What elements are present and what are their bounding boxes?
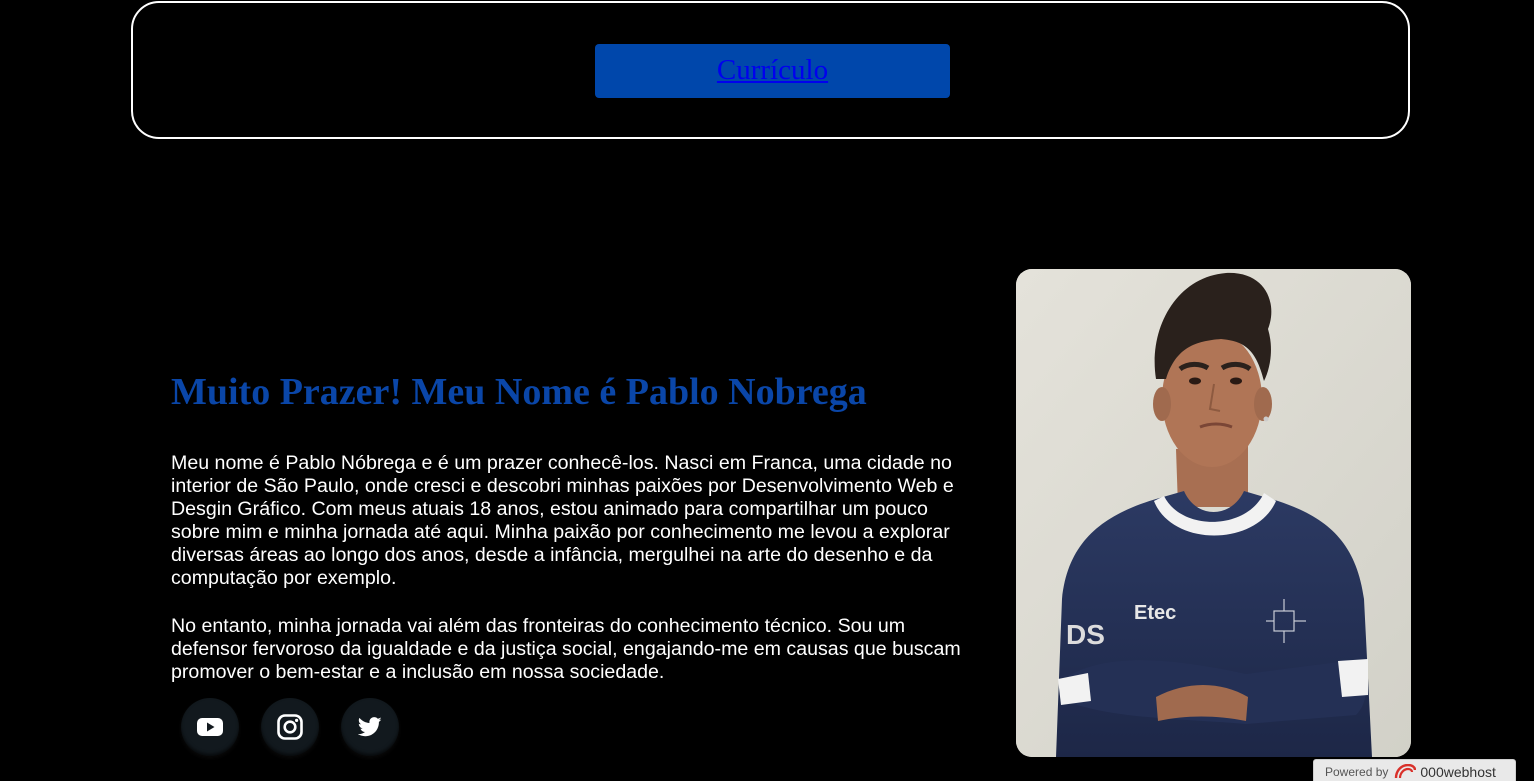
powered-by-label: Powered by xyxy=(1325,765,1389,779)
shirt-ds-text: DS xyxy=(1066,619,1105,650)
twitter-button[interactable] xyxy=(341,698,399,756)
curriculum-button[interactable]: Currículo xyxy=(595,44,950,98)
webhost-logo-icon xyxy=(1395,764,1417,779)
intro-paragraph-1: Meu nome é Pablo Nóbrega e é um prazer c… xyxy=(171,452,954,589)
portrait-photo: Etec DS xyxy=(1016,269,1411,757)
nav-container: Currículo xyxy=(131,1,1410,139)
shirt-etec-text: Etec xyxy=(1134,602,1176,624)
intro-section: Muito Prazer! Meu Nome é Pablo Nobrega M… xyxy=(171,368,981,709)
intro-paragraph-2: No entanto, minha jornada vai além das f… xyxy=(171,615,961,683)
curriculum-link[interactable]: Currículo xyxy=(717,54,828,87)
social-links xyxy=(181,698,399,756)
intro-heading: Muito Prazer! Meu Nome é Pablo Nobrega xyxy=(171,371,867,413)
instagram-icon xyxy=(277,714,303,740)
webhost-brand: 000webhost xyxy=(1420,764,1496,780)
instagram-button[interactable] xyxy=(261,698,319,756)
profile-photo: Etec DS xyxy=(1016,269,1411,757)
youtube-icon xyxy=(197,718,223,736)
youtube-button[interactable] xyxy=(181,698,239,756)
powered-by-badge[interactable]: Powered by 000webhost xyxy=(1313,759,1516,781)
twitter-icon xyxy=(358,717,382,737)
